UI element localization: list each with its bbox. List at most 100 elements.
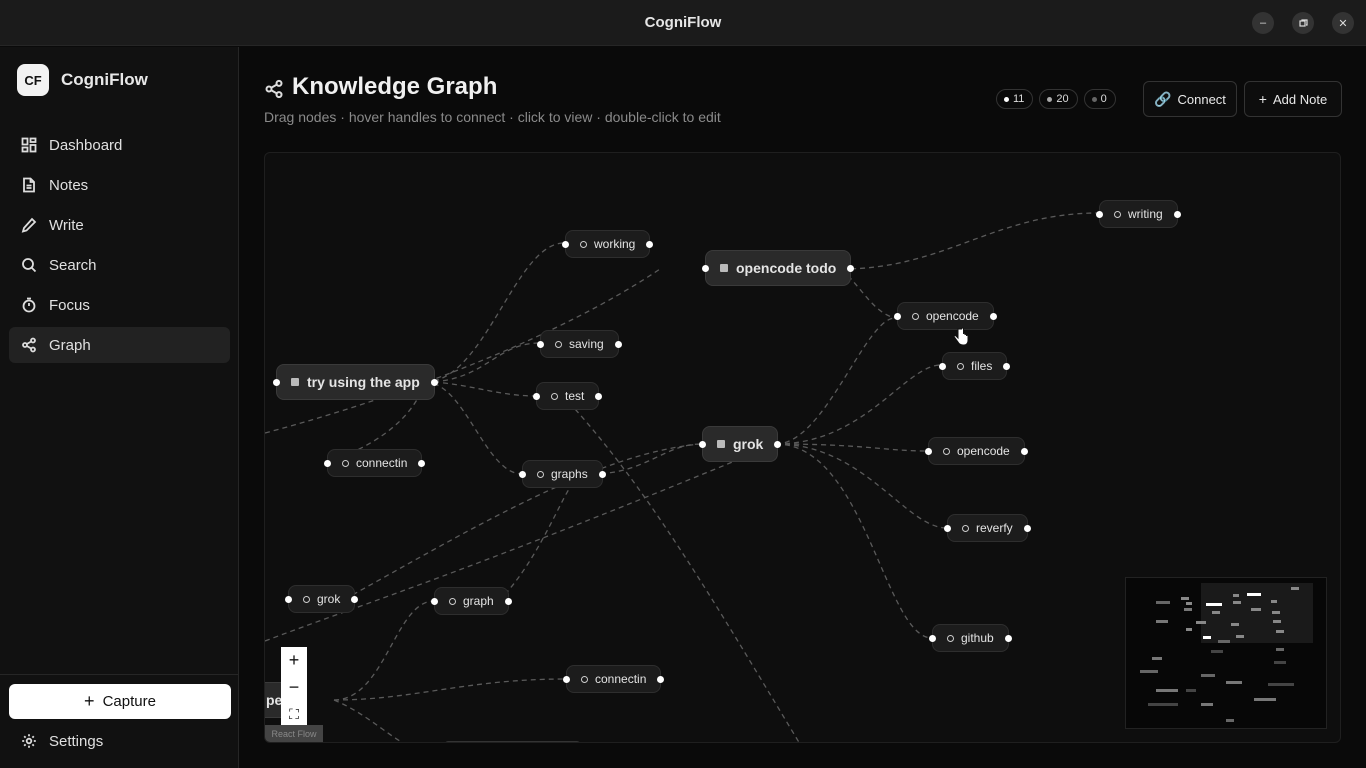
connection-handle[interactable] <box>646 240 654 248</box>
connection-handle[interactable] <box>537 340 544 348</box>
brand[interactable]: CF CogniFlow <box>17 64 148 96</box>
connection-handle[interactable] <box>614 340 622 348</box>
connection-handle[interactable] <box>324 459 331 467</box>
connection-handle[interactable] <box>504 597 512 605</box>
close-icon[interactable]: ✕ <box>1332 12 1354 34</box>
connection-handle[interactable] <box>1096 210 1103 218</box>
connection-handle[interactable] <box>989 312 997 320</box>
node-label: test <box>565 389 585 403</box>
graph-node-files[interactable]: files <box>939 352 1011 380</box>
connection-handle[interactable] <box>598 470 606 478</box>
graph-node-saving[interactable]: saving <box>537 330 622 358</box>
add-note-label: Add Note <box>1272 91 1328 107</box>
connection-handle[interactable] <box>847 264 855 272</box>
sidebar-item-label: Graph <box>49 336 91 354</box>
graph-node-connectin[interactable]: connectin <box>324 449 426 477</box>
note-icon <box>1114 210 1121 218</box>
connection-handle[interactable] <box>702 264 709 272</box>
minimap[interactable] <box>1125 577 1327 729</box>
zoom-out-button[interactable]: − <box>281 674 307 701</box>
connection-handle[interactable] <box>533 392 540 400</box>
connection-handle[interactable] <box>562 240 569 248</box>
note-icon <box>912 312 919 320</box>
settings-label: Settings <box>49 732 104 750</box>
sidebar-item-focus[interactable]: Focus <box>9 287 230 323</box>
graph-node-test[interactable]: test <box>533 382 603 410</box>
connection-handle[interactable] <box>929 634 936 642</box>
dot-icon <box>1047 96 1053 102</box>
graph-node-graph[interactable]: graph <box>431 587 512 615</box>
sidebar-item-label: Dashboard <box>49 136 123 154</box>
note-icon <box>303 595 310 603</box>
share-icon <box>22 337 36 353</box>
connection-handle[interactable] <box>939 362 946 370</box>
node-label: writing <box>1128 207 1163 221</box>
graph-node-offscreen[interactable] <box>445 741 580 742</box>
timer-icon <box>22 297 36 313</box>
sidebar-item-graph[interactable]: Graph <box>9 327 230 363</box>
connection-handle[interactable] <box>944 524 951 532</box>
connection-handle[interactable] <box>894 312 901 320</box>
graph-node-opencode[interactable]: opencode <box>894 302 997 330</box>
node-label: reverfy <box>976 521 1013 535</box>
share-icon <box>265 79 283 99</box>
tag-icon <box>720 264 728 272</box>
node-label: files <box>971 359 993 373</box>
graph-node-graphs[interactable]: graphs <box>519 460 606 488</box>
graph-node-grok[interactable]: grok <box>699 426 782 462</box>
graph-canvas[interactable]: writing working opencode todo opencode s… <box>264 152 1341 743</box>
sidebar-item-search[interactable]: Search <box>9 247 230 283</box>
graph-node-opencode-2[interactable]: opencode <box>925 437 1028 465</box>
connect-button[interactable]: 🔗 Connect <box>1143 81 1237 117</box>
connection-handle[interactable] <box>595 392 603 400</box>
connection-handle[interactable] <box>1004 634 1012 642</box>
connection-handle[interactable] <box>285 595 292 603</box>
minimize-icon[interactable]: – <box>1252 12 1274 34</box>
plus-icon: + <box>1258 91 1267 107</box>
add-note-button[interactable]: + Add Note <box>1244 81 1342 117</box>
sidebar-item-notes[interactable]: Notes <box>9 167 230 203</box>
connection-handle[interactable] <box>699 440 706 448</box>
node-label: working <box>594 237 636 251</box>
connection-handle[interactable] <box>1023 524 1031 532</box>
plus-icon: + <box>84 691 95 711</box>
note-icon <box>537 470 544 478</box>
connection-handle[interactable] <box>1003 362 1011 370</box>
zoom-in-button[interactable]: + <box>281 647 307 674</box>
sidebar-item-write[interactable]: Write <box>9 207 230 243</box>
graph-node-reverfy[interactable]: reverfy <box>944 514 1031 542</box>
sidebar-item-label: Notes <box>49 176 89 194</box>
connection-handle[interactable] <box>563 675 570 683</box>
tag-icon <box>717 440 725 448</box>
graph-node-grok-2[interactable]: grok <box>285 585 359 613</box>
connection-handle[interactable] <box>1173 210 1181 218</box>
settings-button[interactable]: Settings <box>9 723 230 759</box>
graph-node-try-using-the-app[interactable]: try using the app <box>273 364 438 400</box>
capture-button[interactable]: + Capture <box>9 684 231 719</box>
connection-handle[interactable] <box>657 675 665 683</box>
graph-node-connectin-2[interactable]: connectin <box>563 665 665 693</box>
fit-view-button[interactable]: ⛶ <box>281 701 307 728</box>
connection-handle[interactable] <box>1020 447 1028 455</box>
connection-handle[interactable] <box>351 595 359 603</box>
maximize-icon[interactable] <box>1292 12 1314 34</box>
connection-handle[interactable] <box>925 447 932 455</box>
connection-handle[interactable] <box>519 470 526 478</box>
connection-handle[interactable] <box>418 459 426 467</box>
sidebar-item-dashboard[interactable]: Dashboard <box>9 127 230 163</box>
connection-handle[interactable] <box>430 378 438 386</box>
graph-node-working[interactable]: working <box>562 230 654 258</box>
graph-node-writing[interactable]: writing <box>1096 200 1181 228</box>
window-title: CogniFlow <box>644 14 722 31</box>
connection-handle[interactable] <box>431 597 438 605</box>
attribution-link[interactable]: React Flow <box>265 725 323 742</box>
graph-node-github[interactable]: github <box>929 624 1012 652</box>
pen-icon <box>21 217 37 233</box>
sidebar-divider <box>0 674 239 675</box>
graph-node-opencode-todo[interactable]: opencode todo <box>702 250 855 286</box>
stat-value: 0 <box>1100 93 1107 105</box>
connection-handle[interactable] <box>774 440 782 448</box>
connect-label: Connect <box>1177 91 1226 107</box>
connection-handle[interactable] <box>273 378 280 386</box>
stat-value: 20 <box>1056 93 1069 105</box>
